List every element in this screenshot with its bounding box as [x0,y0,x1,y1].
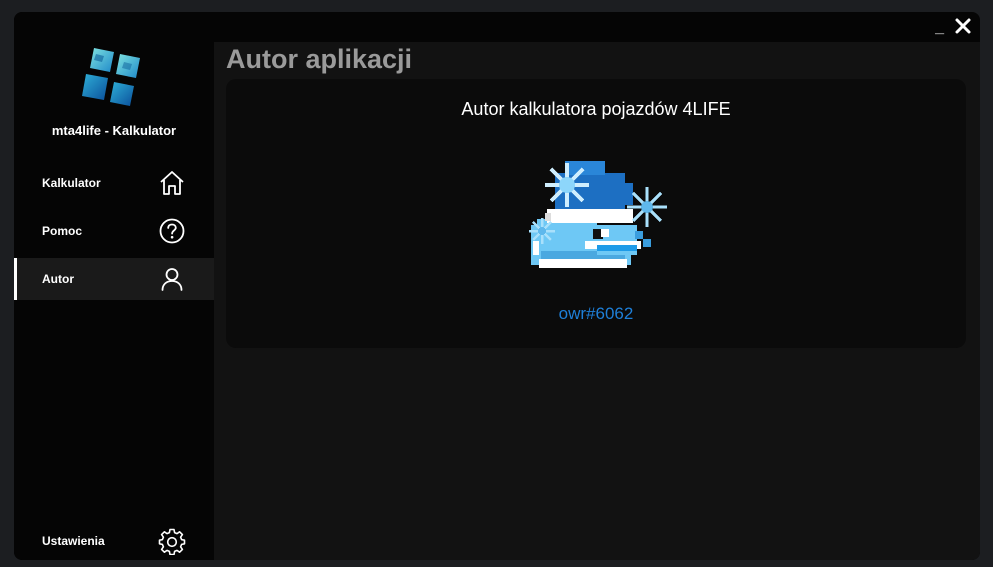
author-card: Autor kalkulatora pojazdów 4LIFE owr#606… [226,79,966,348]
page-title: Autor aplikacji [226,44,413,74]
app-logo [82,48,140,106]
home-icon [160,171,184,195]
sidebar-item-label: Autor [42,272,74,286]
app-name: mta4life - Kalkulator [51,123,177,138]
sidebar-item-autor[interactable]: Autor [14,258,214,300]
app-window: _ mta4life - Kalkulator Kalkulator Pomoc… [14,12,980,560]
author-handle-link[interactable]: owr#6062 [226,304,966,324]
sidebar-item-label: Pomoc [42,224,83,238]
main-content: Autor aplikacji Autor kalkulatora pojazd… [214,42,980,560]
close-icon[interactable] [954,17,972,35]
sidebar-item-pomoc[interactable]: Pomoc [14,210,214,252]
window-controls: _ [935,16,972,36]
gear-icon [158,528,186,555]
sidebar-item-label: Ustawienia [42,534,105,548]
sidebar-item-kalkulator[interactable]: Kalkulator [14,162,214,204]
user-icon [161,268,183,291]
sidebar-item-label: Kalkulator [42,176,101,190]
help-icon [159,218,185,244]
author-avatar [529,161,667,268]
card-heading: Autor kalkulatora pojazdów 4LIFE [461,99,731,119]
sidebar-item-ustawienia[interactable]: Ustawienia [14,520,214,560]
minimize-button[interactable]: _ [935,20,944,36]
sidebar: mta4life - Kalkulator Kalkulator Pomoc A… [14,12,214,560]
